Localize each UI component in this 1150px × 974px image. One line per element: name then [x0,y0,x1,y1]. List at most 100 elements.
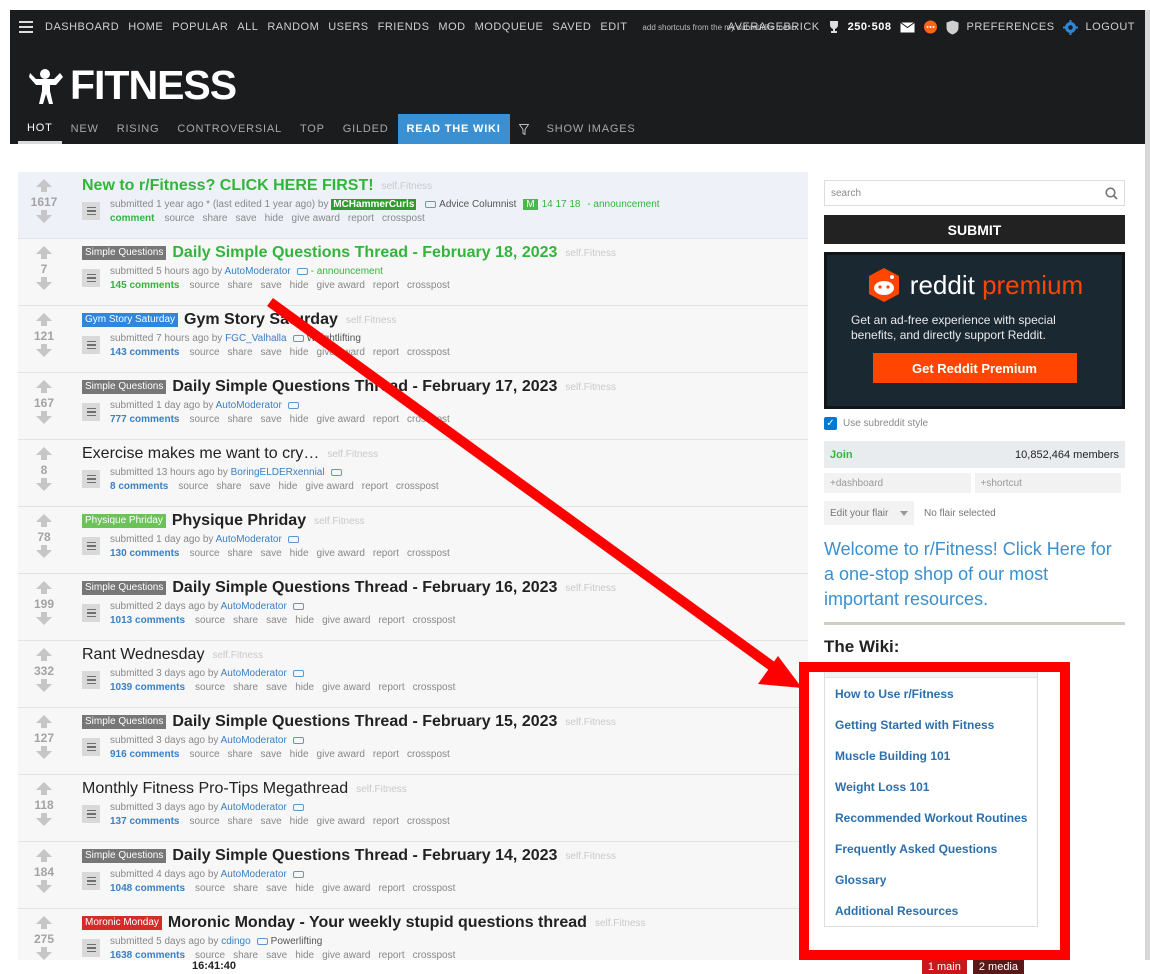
action-hide[interactable]: hide [295,682,314,693]
downvote-arrow-icon[interactable] [36,947,52,960]
action-report[interactable]: report [378,682,404,693]
expand-text-icon[interactable] [82,939,100,957]
action-source[interactable]: source [195,615,225,626]
post-author[interactable]: AutoModerator [216,400,282,411]
use-subreddit-style[interactable]: ✓ Use subreddit style [824,413,1125,433]
action-source[interactable]: source [189,347,219,358]
action-save[interactable]: save [261,548,282,559]
action-give-award[interactable]: give award [322,950,370,960]
comments-link[interactable]: 143 comments [110,347,179,358]
downvote-arrow-icon[interactable] [36,277,52,290]
action-source[interactable]: source [189,280,219,291]
comments-link[interactable]: 1048 comments [110,883,185,894]
action-hide[interactable]: hide [295,883,314,894]
upvote-arrow-icon[interactable] [36,514,52,527]
post-domain[interactable]: self.Fitness [565,382,616,393]
action-hide[interactable]: hide [279,481,298,492]
expand-text-icon[interactable] [82,470,100,488]
tab-controversial[interactable]: CONTROVERSIAL [168,114,291,144]
action-report[interactable]: report [373,414,399,425]
logout-link[interactable]: LOGOUT [1086,21,1135,33]
action-share[interactable]: share [233,950,258,960]
tab-show-images[interactable]: SHOW IMAGES [538,114,645,144]
subreddit-logo[interactable]: FITNESS [26,62,237,109]
action-hide[interactable]: hide [290,548,309,559]
post-domain[interactable]: self.Fitness [346,315,397,326]
post-title[interactable]: Monthly Fitness Pro-Tips Megathread [82,780,348,798]
action-source[interactable]: source [189,548,219,559]
post-title[interactable]: Exercise makes me want to cry… [82,445,319,463]
action-save[interactable]: save [266,883,287,894]
downvote-arrow-icon[interactable] [36,880,52,893]
action-hide[interactable]: hide [295,615,314,626]
action-save[interactable]: save [266,682,287,693]
action-report[interactable]: report [373,347,399,358]
nav-edit[interactable]: EDIT [600,21,627,33]
post-author[interactable]: BoringELDERxennial [231,467,325,478]
post-domain[interactable]: self.Fitness [212,650,263,661]
action-save[interactable]: save [261,816,282,827]
comments-link[interactable]: comment [110,213,154,224]
expand-text-icon[interactable] [82,738,100,756]
post-title[interactable]: Physique Phriday [172,512,306,530]
action-hide[interactable]: hide [290,414,309,425]
upvote-arrow-icon[interactable] [36,313,52,326]
action-source[interactable]: source [178,481,208,492]
action-source[interactable]: source [195,682,225,693]
post-author[interactable]: AutoModerator [221,668,287,679]
expand-text-icon[interactable] [82,872,100,890]
post-author[interactable]: AutoModerator [221,802,287,813]
post-author[interactable]: MCHammerCurls [331,199,417,210]
post-title[interactable]: Daily Simple Questions Thread - February… [172,579,557,597]
expand-text-icon[interactable] [82,269,100,287]
comments-link[interactable]: 8 comments [110,481,168,492]
action-crosspost[interactable]: crosspost [396,481,439,492]
action-share[interactable]: share [202,213,227,224]
nav-all[interactable]: ALL [237,21,258,33]
downvote-arrow-icon[interactable] [36,545,52,558]
action-report[interactable]: report [373,816,399,827]
action-share[interactable]: share [228,816,253,827]
post-domain[interactable]: self.Fitness [565,851,616,862]
nav-users[interactable]: USERS [328,21,368,33]
action-give-award[interactable]: give award [305,481,353,492]
expand-text-icon[interactable] [82,604,100,622]
post-title[interactable]: New to r/Fitness? CLICK HERE FIRST! [82,177,374,195]
action-crosspost[interactable]: crosspost [407,347,450,358]
post-author[interactable]: AutoModerator [221,735,287,746]
action-source[interactable]: source [189,414,219,425]
downvote-arrow-icon[interactable] [36,344,52,357]
post-domain[interactable]: self.Fitness [595,918,646,929]
filter-icon[interactable] [510,114,538,144]
action-share[interactable]: share [228,280,253,291]
post-domain[interactable]: self.Fitness [314,516,365,527]
post-author[interactable]: AutoModerator [225,266,291,277]
upvote-arrow-icon[interactable] [36,849,52,862]
action-crosspost[interactable]: crosspost [413,950,456,960]
post-flair[interactable]: Physique Phriday [82,514,166,528]
action-share[interactable]: share [228,749,253,760]
upvote-arrow-icon[interactable] [36,581,52,594]
post-flair[interactable]: Moronic Monday [82,916,162,930]
post-author[interactable]: AutoModerator [221,869,287,880]
post-flair[interactable]: Simple Questions [82,715,167,729]
tab-top[interactable]: TOP [291,114,334,144]
downvote-arrow-icon[interactable] [36,612,52,625]
action-crosspost[interactable]: crosspost [407,548,450,559]
gear-icon[interactable] [1062,19,1078,35]
expand-text-icon[interactable] [82,805,100,823]
downvote-arrow-icon[interactable] [36,411,52,424]
action-report[interactable]: report [378,615,404,626]
action-share[interactable]: share [228,414,253,425]
downvote-arrow-icon[interactable] [36,679,52,692]
workspace-main[interactable]: 1 main [921,960,967,974]
welcome-link[interactable]: Welcome to r/Fitness! Click Here for a o… [824,537,1125,612]
action-save[interactable]: save [261,347,282,358]
post-title[interactable]: Daily Simple Questions Thread - February… [172,244,557,262]
nav-mod[interactable]: MOD [438,21,465,33]
preferences-link[interactable]: PREFERENCES [967,21,1055,33]
post-title[interactable]: Daily Simple Questions Thread - February… [172,378,557,396]
post-author[interactable]: FGC_Valhalla [225,333,287,344]
action-share[interactable]: share [216,481,241,492]
action-hide[interactable]: hide [290,280,309,291]
